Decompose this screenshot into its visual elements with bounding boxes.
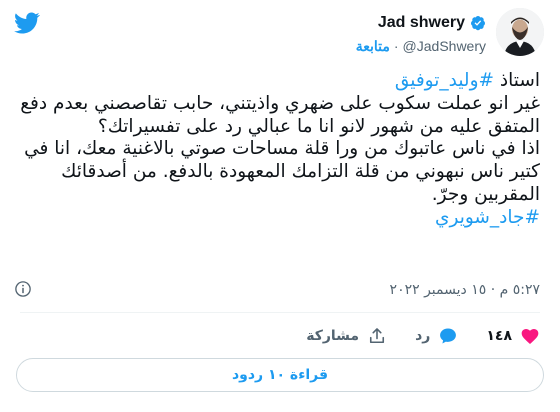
share-upload-icon: [370, 328, 385, 344]
verified-badge-icon: [471, 16, 485, 31]
author-handle[interactable]: @JadShwery: [403, 38, 486, 54]
follow-button[interactable]: متابعة: [356, 38, 390, 55]
info-icon[interactable]: [14, 280, 32, 298]
tweet-prefix: استاذ: [494, 70, 540, 91]
reply-button[interactable]: رد: [415, 326, 458, 346]
tweet-timestamp[interactable]: ٥:٢٧ م · ١٥ ديسمبر ٢٠٢٢: [390, 282, 540, 298]
read-replies-button[interactable]: قراءة ١٠ ردود: [16, 358, 544, 392]
author-handle-row: متابعة · @JadShwery: [356, 36, 486, 56]
hashtag-jad-shwery[interactable]: #جاد_شويري: [435, 207, 540, 228]
tweet-body-2: اذا في ناس عاتبوك من ورا قلة مساحات صوتي…: [24, 138, 540, 205]
author-name-row[interactable]: Jad shwery: [378, 12, 486, 34]
twitter-bird-icon[interactable]: [12, 10, 42, 36]
tweet-line-1: استاذ #وليد_توفيق: [20, 70, 540, 93]
author-name[interactable]: Jad shwery: [378, 14, 465, 32]
avatar[interactable]: [496, 8, 544, 56]
tweet-card: Jad shwery متابعة · @JadShwery استاذ #ول…: [0, 0, 560, 412]
divider: [20, 312, 540, 313]
reply-bubble-icon: [440, 328, 457, 344]
tweet-actions: ١٤٨ رد مشاركة: [306, 324, 540, 348]
separator-dot: ·: [393, 38, 399, 54]
avatar-photo-icon: [496, 8, 544, 56]
like-button[interactable]: ١٤٨: [486, 326, 540, 346]
share-button[interactable]: مشاركة: [306, 326, 387, 346]
tweet-text: استاذ #وليد_توفيق غير انو عملت سكوب على …: [20, 70, 540, 230]
reply-label: رد: [415, 328, 431, 344]
heart-icon: [521, 329, 539, 344]
tweet-body: غير انو عملت سكوب على ضهري واذيتني، حابب…: [20, 92, 540, 137]
like-count: ١٤٨: [486, 328, 512, 344]
hashtag-walid-toufic[interactable]: #وليد_توفيق: [395, 70, 494, 91]
share-label: مشاركة: [306, 328, 360, 344]
